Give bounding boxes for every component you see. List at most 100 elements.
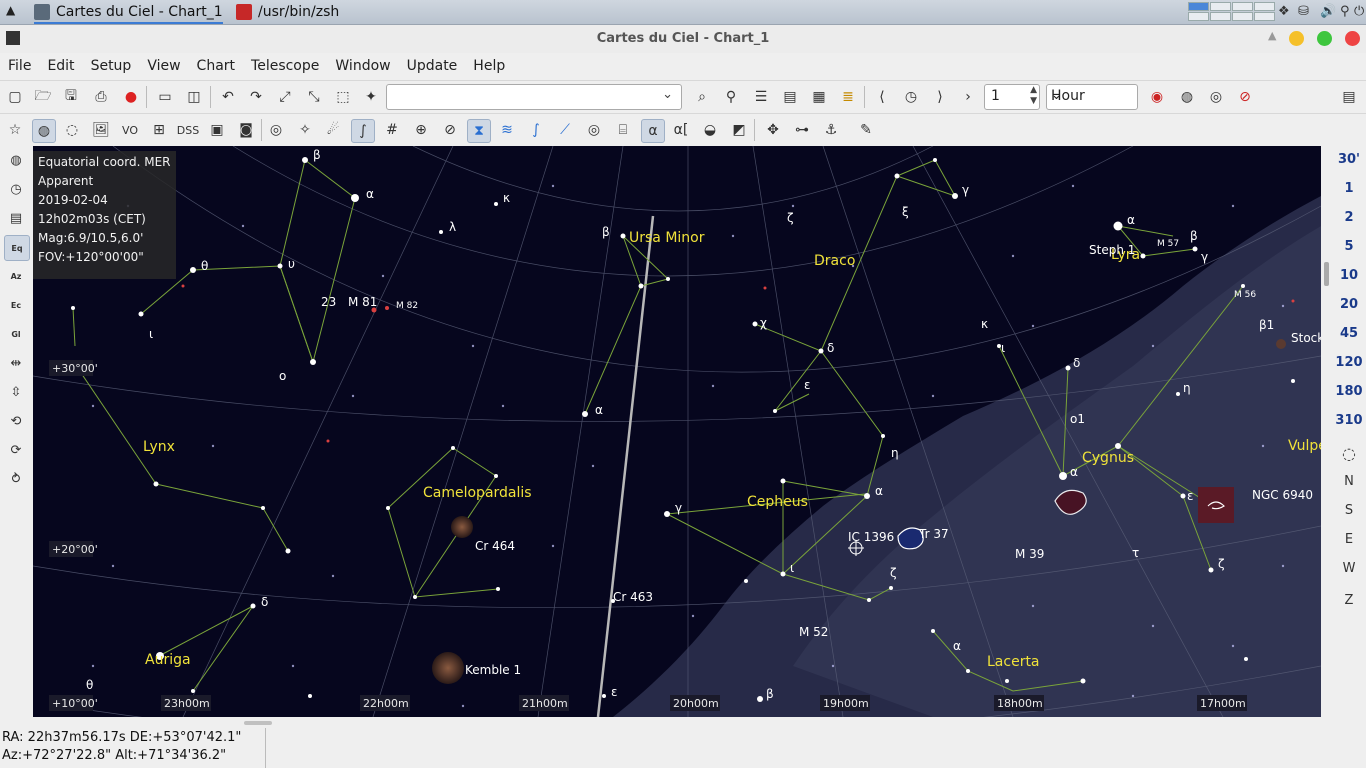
grid-icon[interactable]: # <box>381 119 403 141</box>
flip-vertical-icon[interactable]: ⇳ <box>4 380 28 404</box>
calendar-icon[interactable]: ▦ <box>808 86 830 108</box>
north-button[interactable]: N <box>1336 474 1362 489</box>
edit-label-icon[interactable]: ✎ <box>855 119 877 141</box>
usb-icon[interactable]: ⛁ <box>1298 4 1309 19</box>
network-icon[interactable]: ⚲ <box>1340 4 1350 19</box>
zenith-button[interactable]: Z <box>1336 593 1362 608</box>
minimize-button[interactable] <box>1289 31 1304 46</box>
dropbox-icon[interactable]: ❖ <box>1278 4 1290 19</box>
vo-button[interactable]: VO <box>119 119 141 141</box>
step-back-icon[interactable]: ⟨ <box>871 86 893 108</box>
close-button[interactable] <box>1345 31 1360 46</box>
print-icon[interactable]: ⎙ <box>90 86 112 108</box>
menu-help[interactable]: Help <box>465 58 513 74</box>
compass-icon[interactable]: ⊘ <box>439 119 461 141</box>
anchor-icon[interactable]: ⚓ <box>820 119 842 141</box>
west-button[interactable]: W <box>1336 561 1362 576</box>
chevron-down-icon[interactable]: ⌄ <box>1051 88 1131 103</box>
fov-button[interactable]: 120 <box>1332 355 1366 370</box>
mark-location-icon[interactable]: ● <box>120 86 142 108</box>
volume-icon[interactable]: 🔊 <box>1320 4 1336 19</box>
menu-chart[interactable]: Chart <box>189 58 243 74</box>
equatorial-projection-button[interactable]: Eq <box>4 235 30 261</box>
ground-icon[interactable]: ◒ <box>699 119 721 141</box>
comet-icon[interactable]: ☄ <box>322 119 344 141</box>
system-menu-icon[interactable]: ▲ <box>6 3 20 19</box>
labels-button[interactable]: α <box>641 119 665 143</box>
horizon-icon[interactable]: ⌸ <box>612 119 634 141</box>
milkyway-icon[interactable]: ∫ <box>351 119 375 143</box>
redo-icon[interactable]: ↷ <box>245 86 267 108</box>
constellation-boundaries-icon[interactable]: ≋ <box>496 119 518 141</box>
ecliptic-projection-button[interactable]: Ec <box>4 293 28 317</box>
telescope-abort-icon[interactable]: ⊘ <box>1234 86 1256 108</box>
telescope-add-icon[interactable]: ◍ <box>1176 86 1198 108</box>
zoom-in-frame-icon[interactable]: ⤢ <box>274 86 296 108</box>
globe-grid-icon[interactable]: ⊕ <box>410 119 432 141</box>
shade-icon[interactable]: ▲ <box>1268 29 1276 42</box>
flip-horizontal-icon[interactable]: ⇹ <box>4 351 28 375</box>
time-unit-select[interactable]: Hour ⌄ <box>1046 84 1138 110</box>
new-chart-icon[interactable]: ▢ <box>4 86 26 108</box>
fov-button[interactable]: 5 <box>1332 239 1366 254</box>
chart-scroll-handle[interactable] <box>1324 262 1329 286</box>
select-frame-icon[interactable]: ⬚ <box>332 86 354 108</box>
image-icon[interactable]: 🖼 <box>90 119 112 141</box>
rotate-left-icon[interactable]: ⟲ <box>4 409 28 433</box>
menu-telescope[interactable]: Telescope <box>243 58 327 74</box>
search-icon[interactable]: ⌕ <box>691 86 713 108</box>
telescope-sync-icon[interactable]: ◎ <box>1205 86 1227 108</box>
menu-view[interactable]: View <box>139 58 188 74</box>
fov-button[interactable]: 310 <box>1332 413 1366 428</box>
fov-button[interactable]: 180 <box>1332 384 1366 399</box>
toolbar-layout-icon[interactable]: ▤ <box>1338 86 1360 108</box>
undo-icon[interactable]: ↶ <box>217 86 239 108</box>
fov-button[interactable]: 30' <box>1332 152 1366 167</box>
workspace-switcher[interactable] <box>1188 2 1275 21</box>
globe-icon[interactable]: ◍ <box>4 148 28 172</box>
menu-window[interactable]: Window <box>327 58 398 74</box>
constellation-lines-icon[interactable]: ⧗ <box>467 119 491 143</box>
object-list-icon[interactable]: ▤ <box>779 86 801 108</box>
menu-file[interactable]: File <box>0 58 39 74</box>
single-window-icon[interactable]: ▭ <box>154 86 176 108</box>
target-icon[interactable]: ◎ <box>265 119 287 141</box>
list-icon[interactable]: ☰ <box>750 86 772 108</box>
catalog-icon[interactable]: ⊞ <box>148 119 170 141</box>
rotate-right-icon[interactable]: ⟳ <box>4 438 28 462</box>
open-folder-icon[interactable]: 🗁 <box>32 86 54 108</box>
galactic-projection-button[interactable]: Gl <box>4 322 28 346</box>
move-icon[interactable]: ✥ <box>762 119 784 141</box>
night-vision-icon[interactable]: ◩ <box>728 119 750 141</box>
field-circle-icon[interactable]: ◌ <box>1336 444 1362 463</box>
location-pin-icon[interactable]: ⚲ <box>720 86 742 108</box>
menu-setup[interactable]: Setup <box>83 58 140 74</box>
sparkle-icon[interactable]: ✧ <box>294 119 316 141</box>
rotate-reset-icon[interactable]: ⥁ <box>4 467 28 491</box>
label-edit-button[interactable]: α[ <box>670 119 692 141</box>
azimuthal-projection-button[interactable]: Az <box>4 264 28 288</box>
animation-icon[interactable]: ≣ <box>837 86 859 108</box>
tile-windows-icon[interactable]: ◫ <box>183 86 205 108</box>
sky-chart[interactable]: Ursa Minor Draco Lyra Lynx Camelopardali… <box>33 146 1321 717</box>
sky-chart-canvas[interactable]: Ursa Minor Draco Lyra Lynx Camelopardali… <box>33 146 1321 717</box>
taskbar-task-terminal[interactable]: /usr/bin/zsh <box>236 1 339 22</box>
circle-icon[interactable]: ◎ <box>583 119 605 141</box>
taskbar-task-cartes-du-ciel[interactable]: Cartes du Ciel - Chart_1 <box>34 1 223 24</box>
chevron-down-icon[interactable]: ⌄ <box>662 87 673 102</box>
fov-button[interactable]: 20 <box>1332 297 1366 312</box>
next-icon[interactable]: › <box>957 86 979 108</box>
fov-button[interactable]: 45 <box>1332 326 1366 341</box>
splitter-handle[interactable] <box>244 721 272 725</box>
galaxy-icon[interactable]: ◌ <box>61 119 83 141</box>
link-icon[interactable]: ⊶ <box>791 119 813 141</box>
time-step-input[interactable]: 1 ▲ ▼ <box>984 84 1040 110</box>
spin-arrows-icon[interactable]: ▲ ▼ <box>1030 85 1037 107</box>
fov-button[interactable]: 10 <box>1332 268 1366 283</box>
search-input[interactable]: ⌄ <box>386 84 682 110</box>
star-icon[interactable]: ☆ <box>4 119 26 141</box>
fov-button[interactable]: 1 <box>1332 181 1366 196</box>
menu-update[interactable]: Update <box>399 58 466 74</box>
zoom-out-frame-icon[interactable]: ⤡ <box>303 86 325 108</box>
photo-icon[interactable]: ▣ <box>206 119 228 141</box>
